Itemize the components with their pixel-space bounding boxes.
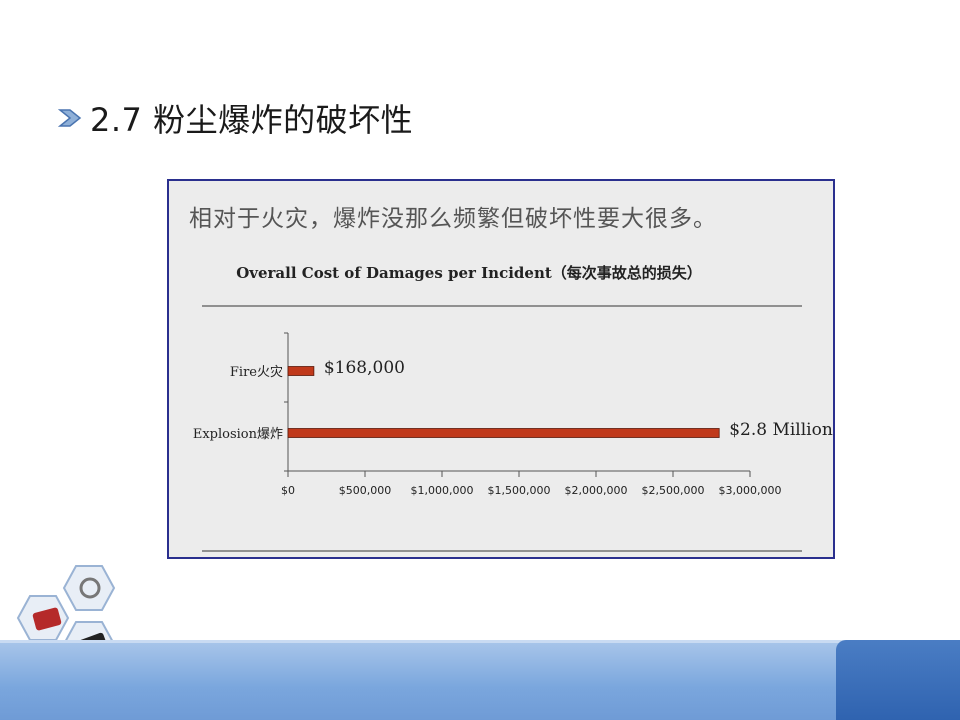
footer-band-highlight: [0, 640, 960, 643]
x-tick-label-5: $2,500,000: [642, 484, 705, 497]
chart-figure: 相对于火灾，爆炸没那么频繁但破坏性要大很多。 Overall Cost of D…: [167, 179, 835, 559]
x-tick-label-6: $3,000,000: [719, 484, 782, 497]
x-tick-label-0: $0: [281, 484, 295, 497]
x-tick-label-1: $500,000: [339, 484, 392, 497]
x-tick-label-4: $2,000,000: [565, 484, 628, 497]
category-label-1: Explosion爆炸: [193, 427, 283, 442]
footer-band-accent: [836, 640, 960, 720]
data-label-0: $168,000: [324, 358, 405, 378]
bar-chart: Overall Cost of Damages per Incident（每次事…: [193, 264, 833, 552]
chart-title: Overall Cost of Damages per Incident（每次事…: [236, 264, 702, 282]
bar-1: [287, 428, 720, 438]
x-tick-label-2: $1,000,000: [411, 484, 474, 497]
category-label-0: Fire火灾: [230, 364, 283, 380]
bar-0: [287, 366, 315, 376]
slide-title: 2.7 粉尘爆炸的破坏性: [58, 96, 413, 140]
chevron-right-icon: [58, 109, 82, 127]
footer-band: [0, 640, 960, 720]
x-tick-label-3: $1,500,000: [488, 484, 551, 497]
data-label-1: $2.8 Million: [729, 420, 833, 440]
slide-title-text: 2.7 粉尘爆炸的破坏性: [90, 101, 414, 139]
